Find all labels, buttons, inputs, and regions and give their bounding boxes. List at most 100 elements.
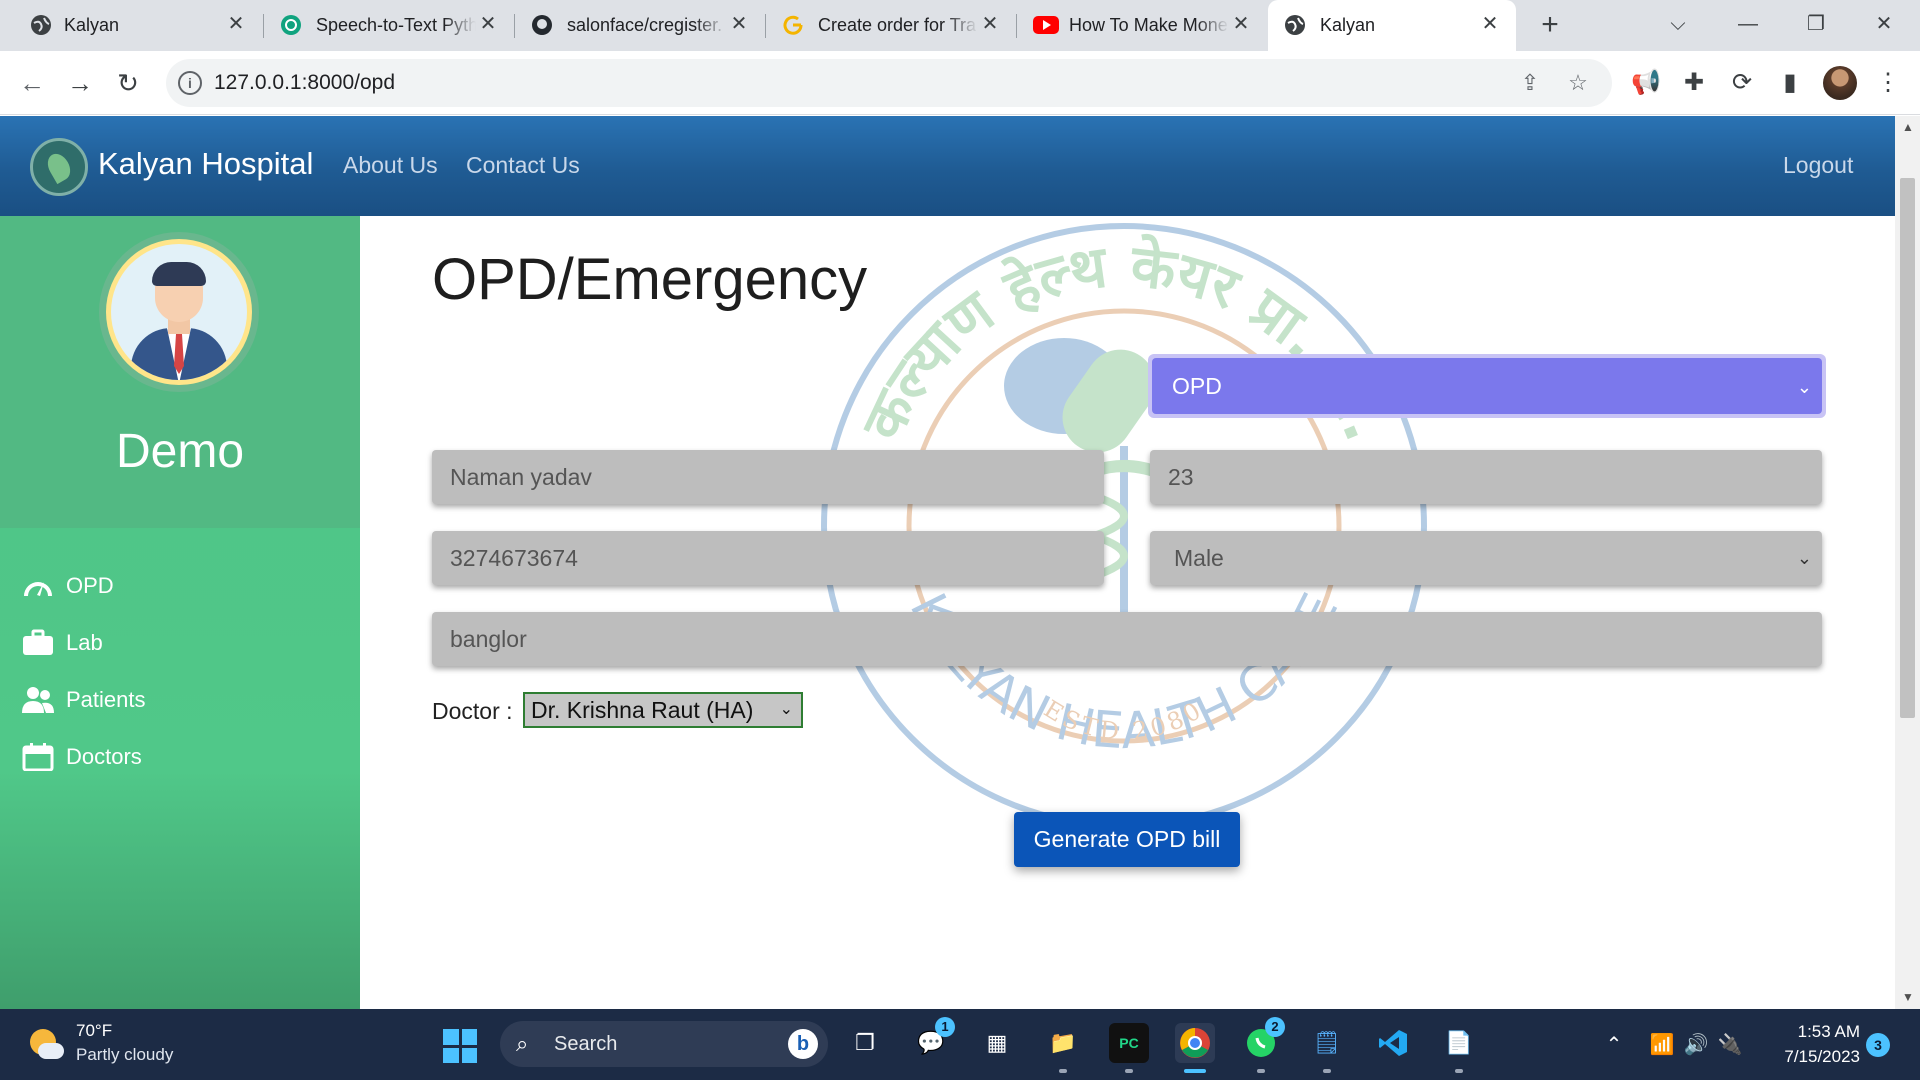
search-placeholder: Search: [554, 1033, 618, 1055]
profile-panel: Demo: [0, 216, 360, 528]
hospital-logo[interactable]: [30, 138, 88, 196]
sidebar: Demo OPD Lab Patients Doctors: [0, 216, 360, 1009]
new-tab-button[interactable]: +: [1534, 10, 1566, 42]
document-app-icon[interactable]: 📄: [1439, 1023, 1479, 1063]
visit-type-selected: OPD: [1172, 373, 1222, 399]
clock-date: 7/15/2023: [1784, 1047, 1860, 1066]
notepad-icon[interactable]: 🗒: [1307, 1023, 1347, 1063]
visit-type-select[interactable]: OPD ⌄: [1148, 354, 1826, 418]
sidebar-item-opd[interactable]: OPD: [22, 568, 114, 604]
share-icon[interactable]: ⇪: [1516, 69, 1544, 97]
show-hidden-icons-chevron[interactable]: ⌃: [1600, 1031, 1628, 1059]
avatar: [99, 232, 259, 392]
nav-link-about[interactable]: About Us: [343, 152, 438, 179]
briefcase-icon: [23, 629, 53, 655]
partly-cloudy-icon[interactable]: [30, 1029, 64, 1061]
restore-icon[interactable]: ❐: [1796, 8, 1836, 40]
site-info-icon[interactable]: i: [178, 71, 202, 95]
patient-address-input[interactable]: banglor: [432, 612, 1822, 666]
sidebar-item-doctors[interactable]: Doctors: [22, 739, 142, 775]
bookmark-star-icon[interactable]: ☆: [1564, 69, 1592, 97]
pycharm-icon[interactable]: PC: [1109, 1023, 1149, 1063]
side-panel-icon[interactable]: ▮: [1772, 65, 1808, 101]
gender-select[interactable]: Male ⌄: [1150, 531, 1822, 585]
weather-description[interactable]: Partly cloudy: [76, 1045, 173, 1065]
gauge-icon: [24, 582, 52, 596]
browser-tab[interactable]: Speech-to-Text Pyth ✕: [264, 0, 514, 51]
users-icon: [22, 687, 54, 713]
tab-close-icon[interactable]: ✕: [727, 12, 751, 36]
task-view-icon[interactable]: ❐: [845, 1023, 885, 1063]
url-text: 127.0.0.1:8000/opd: [214, 71, 396, 94]
clock-time: 1:53 AM: [1797, 1022, 1860, 1041]
wifi-icon[interactable]: 📶: [1648, 1031, 1676, 1059]
volume-icon[interactable]: 🔊: [1682, 1031, 1710, 1059]
chrome-icon[interactable]: [1175, 1023, 1215, 1063]
menu-kebab-icon[interactable]: ⋮: [1870, 65, 1906, 101]
sidebar-item-patients[interactable]: Patients: [22, 682, 146, 718]
page-title: OPD/Emergency: [432, 247, 868, 312]
brand-name[interactable]: Kalyan Hospital: [98, 146, 313, 182]
reload-icon[interactable]: ↻: [110, 65, 146, 101]
megaphone-extension-icon[interactable]: 📢: [1628, 65, 1664, 101]
google-icon: [782, 14, 804, 36]
tab-close-icon[interactable]: ✕: [476, 12, 500, 36]
patient-phone-input[interactable]: 3274673674: [432, 531, 1104, 585]
browser-tab[interactable]: Kalyan ✕: [0, 0, 262, 51]
minimize-icon[interactable]: —: [1728, 8, 1768, 40]
patient-age-input[interactable]: 23: [1150, 450, 1822, 504]
performance-icon[interactable]: ⟳: [1724, 65, 1760, 101]
sidebar-item-lab[interactable]: Lab: [22, 625, 103, 661]
patient-age-value: 23: [1168, 464, 1194, 490]
notification-badge[interactable]: 3: [1866, 1033, 1890, 1057]
windows-taskbar: 70°F Partly cloudy ⌕ Search b ❐ 💬 1 ▦ 📁 …: [0, 1009, 1920, 1080]
scroll-down-arrow-icon[interactable]: ▼: [1901, 990, 1915, 1004]
file-explorer-icon[interactable]: 📁: [1043, 1023, 1083, 1063]
logout-link[interactable]: Logout: [1783, 152, 1853, 179]
username: Demo: [115, 425, 245, 478]
puzzle-extensions-icon[interactable]: ✚: [1676, 65, 1712, 101]
nav-link-contact[interactable]: Contact Us: [466, 152, 580, 179]
system-clock[interactable]: 1:53 AM 7/15/2023: [1760, 1019, 1860, 1069]
doctor-select[interactable]: Dr. Krishna Raut (HA) ⌄: [523, 692, 803, 728]
globe-icon: [30, 14, 52, 36]
tab-search-chevron-icon[interactable]: ⌵: [1658, 8, 1698, 40]
window-close-icon[interactable]: ✕: [1864, 8, 1904, 40]
chevron-down-icon: ⌄: [1796, 548, 1812, 568]
vscode-icon[interactable]: [1373, 1023, 1413, 1063]
tab-close-icon[interactable]: ✕: [224, 12, 248, 36]
tab-close-icon[interactable]: ✕: [978, 12, 1002, 36]
bing-icon[interactable]: b: [788, 1029, 818, 1059]
battery-charging-icon[interactable]: 🔌: [1716, 1031, 1744, 1059]
patient-phone-value: 3274673674: [450, 545, 578, 571]
page-scrollbar[interactable]: ▲ ▼: [1895, 116, 1920, 1009]
tab-close-icon[interactable]: ✕: [1478, 12, 1502, 36]
tab-close-icon[interactable]: ✕: [1229, 12, 1253, 36]
chatgpt-icon: [280, 14, 302, 36]
taskbar-search[interactable]: ⌕ Search b: [500, 1021, 828, 1067]
browser-tab[interactable]: Create order for Tra ✕: [766, 0, 1016, 51]
patient-name-input[interactable]: Naman yadav: [432, 450, 1104, 504]
visit-type-value: OPD ⌄: [1152, 358, 1822, 414]
browser-tab-active[interactable]: Kalyan ✕: [1268, 0, 1516, 51]
browser-tab[interactable]: How To Make Mone ✕: [1017, 0, 1267, 51]
windows-start-icon[interactable]: [443, 1029, 477, 1063]
hospital-watermark-logo: कल्याण हेल्थ केयर प्रा. लि. KALYAN HEALT…: [821, 223, 1427, 829]
sidebar-item-label: Lab: [66, 630, 103, 655]
address-bar[interactable]: i 127.0.0.1:8000/opd ⇪ ☆: [166, 59, 1612, 107]
whatsapp-badge: 2: [1265, 1017, 1285, 1037]
patient-name-value: Naman yadav: [450, 464, 592, 490]
scrollbar-thumb[interactable]: [1900, 178, 1915, 718]
tab-title: salonface/cregister.: [567, 15, 723, 35]
scroll-up-arrow-icon[interactable]: ▲: [1901, 120, 1915, 134]
weather-temperature[interactable]: 70°F: [76, 1021, 112, 1041]
generate-opd-bill-button[interactable]: Generate OPD bill: [1014, 812, 1240, 867]
doctor-selected: Dr. Krishna Raut (HA): [531, 697, 754, 723]
back-arrow-icon[interactable]: ←: [14, 65, 50, 101]
leaf-icon: [43, 149, 75, 185]
web-page: Kalyan Hospital About Us Contact Us Logo…: [0, 116, 1895, 1009]
microsoft-store-icon[interactable]: ▦: [977, 1023, 1017, 1063]
forward-arrow-icon[interactable]: →: [62, 65, 98, 101]
browser-tab[interactable]: salonface/cregister. ✕: [515, 0, 765, 51]
profile-avatar[interactable]: [1823, 66, 1857, 100]
